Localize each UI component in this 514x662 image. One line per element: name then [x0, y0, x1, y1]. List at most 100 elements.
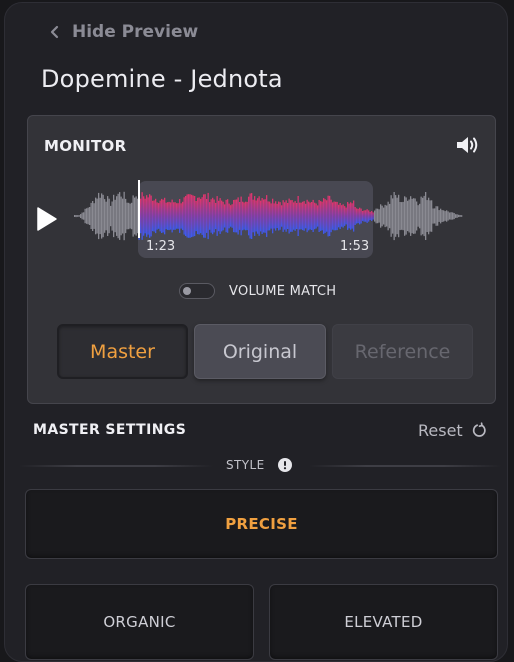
preview-panel: Hide Preview Dopemine - Jednota MONITOR: [4, 2, 508, 662]
waveform-bar: [195, 201, 197, 232]
waveform-bar: [363, 210, 365, 222]
waveform-bar: [321, 201, 323, 231]
style-precise-button[interactable]: PRECISE: [25, 489, 498, 559]
waveform-bar: [372, 212, 374, 220]
volume-match-toggle[interactable]: [179, 283, 215, 299]
waveform-bar: [297, 196, 299, 236]
waveform-bar: [227, 199, 229, 233]
waveform-bar: [228, 203, 230, 229]
waveform-bar: [344, 206, 346, 226]
playhead[interactable]: [138, 180, 140, 238]
waveform-bar: [369, 211, 371, 220]
waveform-bar: [96, 198, 98, 234]
selection-end-time: 1:53: [340, 239, 370, 254]
waveform-bar: [149, 194, 151, 238]
waveform-bar: [240, 196, 242, 236]
waveform-bar: [242, 201, 244, 231]
waveform-bar: [239, 202, 241, 230]
waveform-bar: [86, 208, 88, 224]
waveform-bar: [77, 215, 79, 217]
waveform-bar: [191, 194, 193, 238]
waveform-bar: [416, 201, 418, 231]
waveform-bar: [125, 198, 127, 234]
waveform-bar: [428, 197, 430, 235]
waveform-bar: [275, 201, 277, 231]
waveform-bar: [393, 192, 395, 241]
waveform-bar: [270, 203, 272, 229]
waveform-bar: [359, 207, 361, 225]
waveform-bar: [159, 200, 161, 232]
waveform-bar: [441, 210, 443, 222]
waveform-bar: [141, 192, 143, 240]
waveform-bar: [305, 203, 307, 229]
waveform-bar: [158, 203, 160, 229]
waveform-bar: [113, 194, 115, 238]
waveform-bar: [183, 197, 185, 235]
waveform-bar: [447, 211, 449, 221]
waveform-bar: [216, 196, 218, 236]
waveform-bar: [392, 198, 394, 234]
waveform-bar: [396, 197, 398, 235]
waveform-bar: [84, 208, 86, 224]
waveform-bar: [131, 202, 133, 230]
waveform-bar: [104, 199, 106, 233]
waveform-bar: [263, 199, 265, 233]
waveform-bar: [458, 214, 460, 218]
waveform-bar: [197, 197, 199, 235]
waveform-bar: [206, 199, 208, 233]
play-icon[interactable]: [36, 206, 58, 232]
master-button[interactable]: Master: [57, 324, 188, 379]
hide-preview-button[interactable]: Hide Preview: [50, 20, 198, 44]
waveform-bar: [290, 200, 292, 232]
style-organic-button[interactable]: ORGANIC: [25, 584, 254, 660]
selection-start-time: 1:23: [146, 239, 176, 254]
waveform-bar: [266, 195, 268, 237]
waveform-bar: [123, 191, 125, 241]
waveform-bar: [323, 198, 325, 234]
reset-button[interactable]: Reset: [418, 420, 487, 440]
reference-button[interactable]: Reference: [332, 324, 473, 379]
style-elevated-button[interactable]: ELEVATED: [269, 584, 498, 660]
waveform-bar: [237, 197, 239, 235]
waveform-bar: [338, 204, 340, 228]
waveform-bar: [354, 207, 356, 225]
waveform-bar: [89, 207, 91, 225]
waveform-bar: [345, 207, 347, 225]
volume-match-row: VOLUME MATCH: [179, 282, 336, 300]
toggle-knob: [183, 287, 191, 295]
waveform-bar: [233, 200, 235, 233]
waveform-bar: [215, 202, 217, 230]
waveform-bar: [170, 202, 172, 230]
waveform-bar: [339, 203, 341, 229]
waveform-bar: [108, 198, 110, 234]
speaker-volume-icon[interactable]: [455, 134, 481, 156]
waveform-bar: [333, 201, 335, 231]
waveform-bar: [75, 215, 77, 218]
waveform[interactable]: 1:23 1:53: [72, 178, 466, 260]
waveform-bar: [287, 203, 289, 229]
waveform-bar: [410, 196, 412, 236]
waveform-bar: [213, 199, 215, 233]
waveform-bar: [299, 202, 301, 230]
chevron-left-icon: [50, 25, 59, 39]
waveform-bar: [78, 215, 80, 217]
waveform-bar: [164, 197, 166, 235]
waveform-bar: [248, 196, 250, 236]
waveform-bar: [284, 202, 286, 230]
waveform-bar: [231, 204, 233, 228]
waveform-bar: [221, 200, 223, 232]
waveform-bar: [306, 199, 308, 233]
waveform-bar: [456, 214, 458, 218]
original-button[interactable]: Original: [194, 324, 326, 379]
waveform-bar: [341, 205, 343, 227]
waveform-bar: [461, 215, 463, 217]
waveform-bar: [315, 203, 317, 229]
waveform-bar: [207, 192, 209, 240]
waveform-bar: [198, 197, 200, 235]
waveform-bar: [92, 201, 94, 231]
waveform-bar: [201, 197, 203, 235]
waveform-bar: [402, 201, 404, 231]
info-icon[interactable]: [278, 458, 292, 472]
waveform-bar: [168, 201, 170, 231]
waveform-bar: [342, 204, 344, 228]
